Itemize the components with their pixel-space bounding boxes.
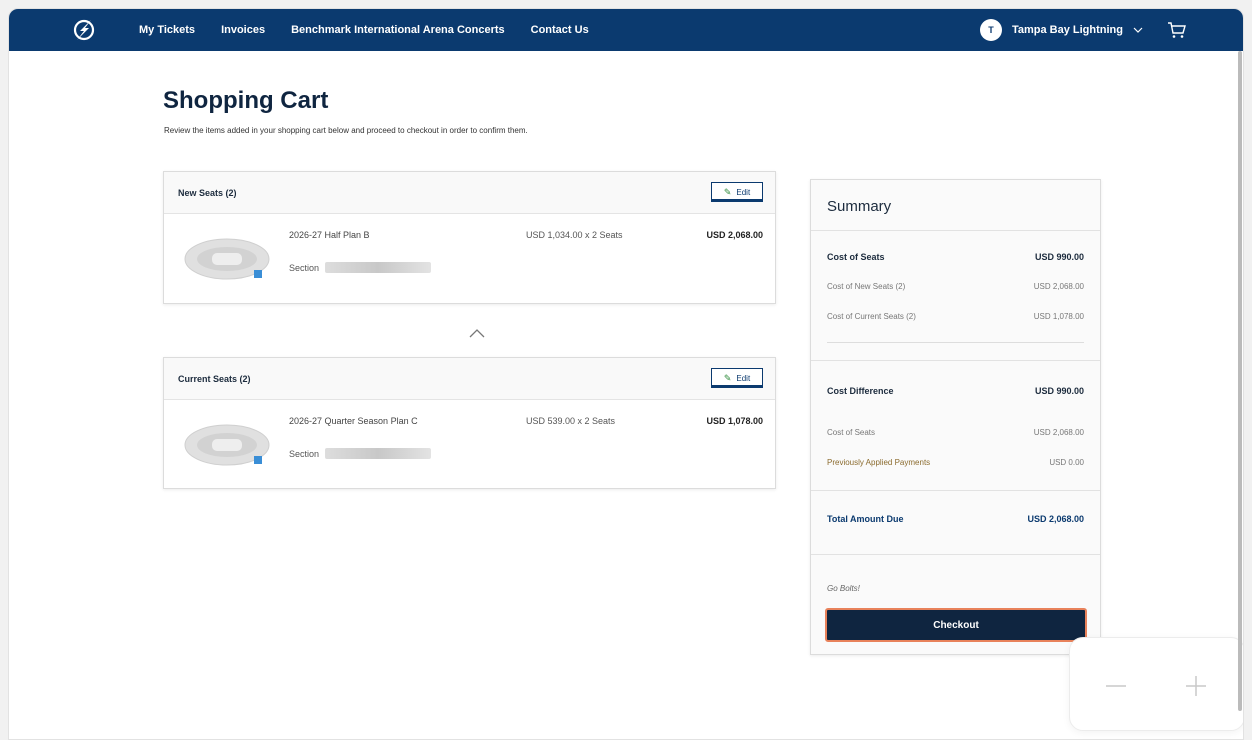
summary-cost-of-seats-2: Cost of Seats USD 2,068.00 [827,428,1084,437]
new-seats-unit-price: USD 1,034.00 x 2 Seats [526,230,623,240]
page-subtitle: Review the items added in your shopping … [164,126,528,135]
section-label: Section [289,448,320,459]
label: Cost of Current Seats (2) [827,312,916,321]
scroll-thumb[interactable] [1238,51,1242,711]
account-menu[interactable]: T Tampa Bay Lightning [979,19,1143,41]
label: Cost of Seats [827,252,885,262]
edit-new-seats-button[interactable]: ✎ Edit [711,182,763,202]
nav-contact-us[interactable]: Contact Us [531,24,589,36]
summary-cost-difference: Cost Difference USD 990.00 [827,386,1084,396]
chevron-down-icon [1133,27,1143,33]
value: USD 990.00 [1034,386,1084,396]
edit-current-seats-button[interactable]: ✎ Edit [711,368,763,388]
summary-previous-payments: Previously Applied Payments USD 0.00 [827,458,1084,467]
zoom-control [1069,637,1243,731]
label: Cost of New Seats (2) [827,282,906,291]
new-seats-item-name: 2026-27 Half Plan B [289,230,370,240]
cart-icon[interactable] [1167,21,1187,39]
pencil-icon: ✎ [723,372,732,383]
summary-panel: Summary Cost of Seats USD 990.00 Cost of… [810,179,1101,655]
current-seats-item: 2026-27 Quarter Season Plan C Section US… [164,400,775,490]
value: USD 2,068.00 [1033,282,1084,291]
minus-icon[interactable] [1104,674,1128,698]
section-label: Section [289,262,320,273]
plus-icon[interactable] [1184,674,1208,698]
label: Cost of Seats [827,428,876,437]
label: Total Amount Due [827,514,904,524]
new-seats-total: USD 2,068.00 [706,230,763,240]
summary-note: Go Bolts! [827,584,860,593]
current-seats-item-name: 2026-27 Quarter Season Plan C [289,416,418,426]
summary-cost-new-seats: Cost of New Seats (2) USD 2,068.00 [827,282,1084,291]
divider [827,342,1084,343]
summary-cost-of-seats: Cost of Seats USD 990.00 [827,252,1084,262]
top-navbar: My Tickets Invoices Benchmark Internatio… [9,9,1243,51]
value: USD 1,078.00 [1033,312,1084,321]
arena-map-icon [184,238,270,280]
edit-label: Edit [736,187,751,197]
current-seats-unit-price: USD 539.00 x 2 Seats [526,416,616,426]
new-seats-item: 2026-27 Half Plan B Section USD 1,034.00… [164,214,775,304]
divider [811,490,1100,491]
avatar: T [979,19,1002,41]
chevron-up-icon[interactable] [467,326,487,340]
edit-label: Edit [736,373,751,383]
current-seats-total: USD 1,078.00 [706,416,763,426]
checkout-button[interactable]: Checkout [825,608,1087,642]
nav-invoices[interactable]: Invoices [221,24,265,36]
account-name: Tampa Bay Lightning [1011,24,1123,36]
nav-links: My Tickets Invoices Benchmark Internatio… [139,9,589,51]
label: Cost Difference [827,386,894,396]
new-seats-header: New Seats (2) ✎ Edit [164,172,775,214]
arena-map-icon [184,424,270,466]
section-value-redacted [325,448,432,459]
summary-title: Summary [827,198,892,215]
nav-arena-concerts[interactable]: Benchmark International Arena Concerts [291,24,505,36]
current-seats-title: Current Seats (2) [178,374,251,384]
scrollbar[interactable] [1237,51,1243,731]
divider [811,360,1100,361]
summary-cost-current-seats: Cost of Current Seats (2) USD 1,078.00 [827,312,1084,321]
page-title: Shopping Cart [163,87,329,114]
nav-my-tickets[interactable]: My Tickets [139,24,195,36]
current-seats-card: Current Seats (2) ✎ Edit 2026-27 Quarter… [163,357,776,489]
summary-total-due: Total Amount Due USD 2,068.00 [827,514,1084,524]
section-value-redacted [325,262,432,273]
new-seats-title: New Seats (2) [178,188,237,198]
value: USD 990.00 [1034,252,1084,262]
divider [811,230,1100,231]
new-seats-section: Section [289,262,432,273]
value: USD 2,068.00 [1033,428,1084,437]
pencil-icon: ✎ [723,186,732,197]
value: USD 0.00 [1049,458,1084,467]
browser-viewport: My Tickets Invoices Benchmark Internatio… [8,8,1244,740]
current-seats-header: Current Seats (2) ✎ Edit [164,358,775,400]
lightning-bolt-logo-icon[interactable] [71,17,97,43]
divider [811,554,1100,555]
label: Previously Applied Payments [827,458,931,467]
value: USD 2,068.00 [1027,514,1084,524]
current-seats-section: Section [289,448,432,459]
new-seats-card: New Seats (2) ✎ Edit 2026-27 Half Plan B… [163,171,776,304]
